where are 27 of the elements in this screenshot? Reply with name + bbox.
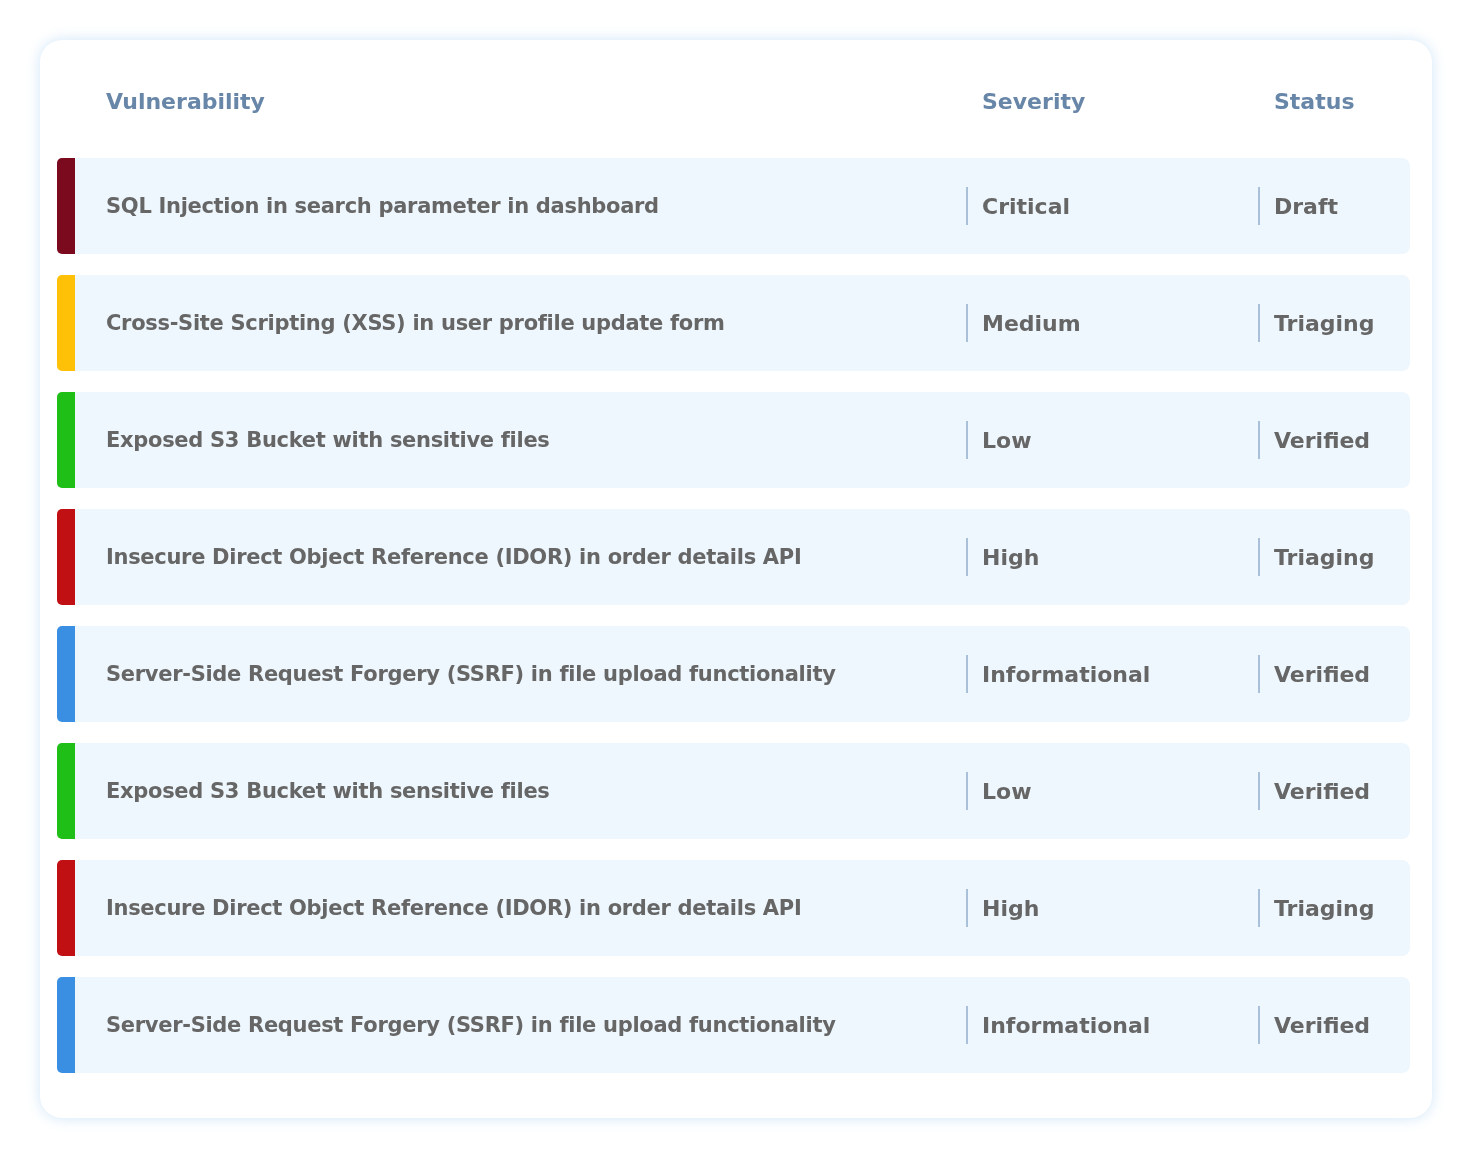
- table-cell: Triaging: [1274, 895, 1375, 921]
- column-header: Status: [1273, 88, 1356, 114]
- table-cell: Verified: [1274, 427, 1371, 453]
- table-cell: Insecure Direct Object Reference (IDOR) in order details API: [106, 896, 802, 920]
- table-cell: Triaging: [1274, 310, 1375, 336]
- table-cell: Critical: [982, 193, 1071, 219]
- table-cell: Cross-Site Scripting (XSS) in user profile update form: [106, 311, 725, 335]
- table-cell: High: [982, 895, 1040, 921]
- column-header: Severity: [981, 88, 1087, 114]
- table-cell: Exposed S3 Bucket with sensitive files: [106, 779, 550, 803]
- table-cell: Medium: [982, 310, 1081, 336]
- table-cell: Low: [982, 427, 1032, 453]
- table-cell: Verified: [1274, 661, 1371, 687]
- table-cell: Verified: [1274, 1012, 1371, 1038]
- table-cell: Draft: [1274, 193, 1339, 219]
- table-cell: Server-Side Request Forgery (SSRF) in file upload functionality: [106, 662, 836, 686]
- table-cell: High: [982, 544, 1040, 570]
- table-cell: Low: [982, 778, 1032, 804]
- table-cell: Server-Side Request Forgery (SSRF) in file upload functionality: [106, 1013, 836, 1037]
- table-cell: Informational: [982, 661, 1151, 687]
- table-cell: SQL Injection in search parameter in dashboard: [106, 194, 659, 218]
- table-cell: Insecure Direct Object Reference (IDOR) in order details API: [106, 545, 802, 569]
- table-cell: Triaging: [1274, 544, 1375, 570]
- table-cell: Informational: [982, 1012, 1151, 1038]
- column-header: Vulnerability: [105, 88, 266, 114]
- table-cell: Verified: [1274, 778, 1371, 804]
- table-cell: Exposed S3 Bucket with sensitive files: [106, 428, 550, 452]
